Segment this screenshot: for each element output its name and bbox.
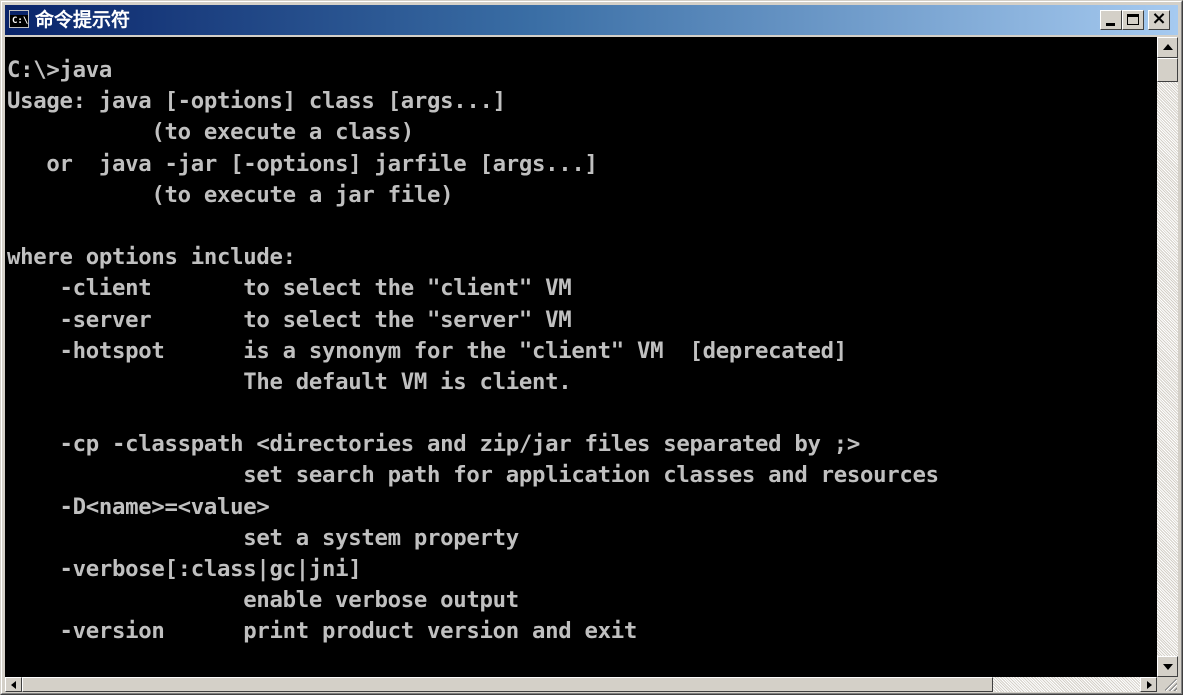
scroll-left-arrow-icon [11,681,16,689]
scroll-down-arrow-icon [1163,664,1173,670]
horizontal-scrollbar[interactable] [5,677,1157,692]
console-output[interactable]: C:\>java Usage: java [-options] class [a… [5,37,1157,677]
maximize-button[interactable] [1122,10,1144,30]
console-line: -server to select the "server" VM [7,306,572,333]
size-grip-icon[interactable] [1157,677,1178,692]
scroll-right-arrow-icon [1147,681,1152,689]
maximize-icon [1127,14,1139,25]
console-line: -cp -classpath <directories and zip/jar … [7,431,861,458]
console-line: Usage: java [-options] class [args...] [7,88,506,115]
console-line: (to execute a class) [7,119,414,146]
window-title: 命令提示符 [35,9,131,31]
scroll-up-arrow-icon [1163,44,1173,50]
console-line: -hotspot is a synonym for the "client" V… [7,337,847,364]
console-line: enable verbose output [7,587,519,614]
console-line: or java -jar [-options] jarfile [args...… [7,150,598,177]
close-button[interactable]: × [1148,8,1170,30]
title-bar[interactable]: C:\ 命令提示符 × [5,5,1178,35]
console-icon[interactable]: C:\ [9,10,29,28]
console-line: -D<name>=<value> [7,493,270,520]
close-icon: × [1151,8,1167,29]
horizontal-scroll-thumb[interactable] [22,677,993,692]
console-line: set search path for application classes … [7,462,939,489]
scroll-down-button[interactable] [1157,656,1178,677]
console-line: -client to select the "client" VM [7,275,572,302]
console-line: C:\>java [7,57,112,83]
console-icon-label: C:\ [12,16,29,26]
console-line: The default VM is client. [7,368,572,395]
scroll-up-button[interactable] [1157,37,1178,58]
console-line: set a system property [7,524,519,551]
minimize-icon [1106,23,1115,26]
minimize-button[interactable] [1100,10,1122,30]
scroll-right-button[interactable] [1140,677,1157,692]
scroll-left-button[interactable] [5,677,22,692]
vertical-scrollbar[interactable] [1157,37,1178,677]
console-line: (to execute a jar file) [7,181,454,208]
console-window: C:\ 命令提示符 × C:\>java Usage: java [-optio… [0,0,1183,695]
console-line: -version print product version and exit [7,618,637,645]
console-line: -verbose[:class|gc|jni] [7,556,362,582]
vertical-scroll-thumb[interactable] [1157,58,1178,82]
console-lines: C:\>java Usage: java [-options] class [a… [7,57,939,650]
console-line: where options include: [7,244,296,271]
